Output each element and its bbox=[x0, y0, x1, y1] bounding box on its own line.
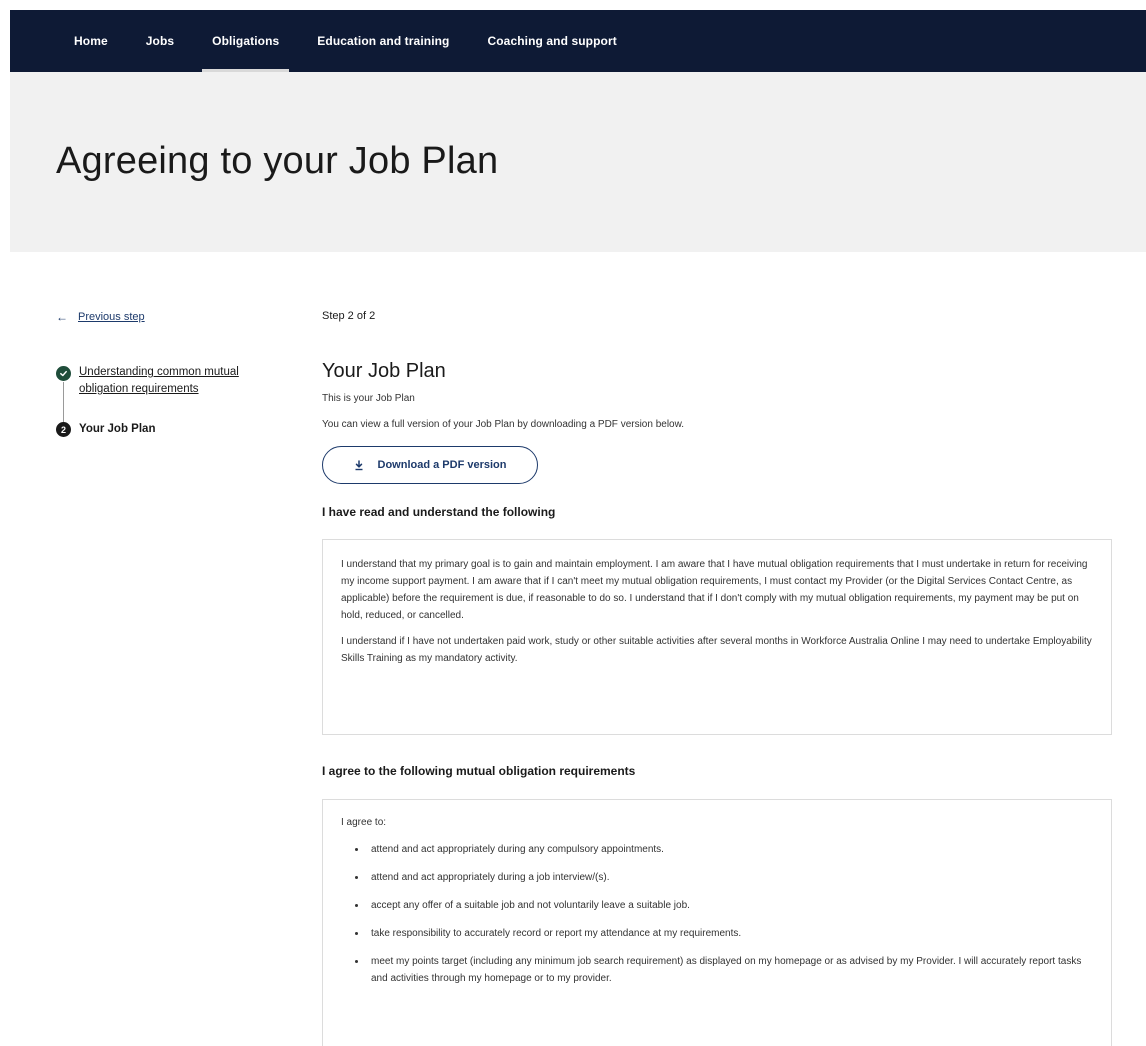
step-count: Step 2 of 2 bbox=[322, 310, 376, 322]
intro-text: This is your Job Plan bbox=[322, 393, 415, 404]
list-item: take responsibility to accurately record… bbox=[367, 925, 1093, 942]
read-paragraph: I understand if I have not undertaken pa… bbox=[341, 636, 1092, 664]
page-title: Agreeing to your Job Plan bbox=[56, 140, 499, 182]
step-item-understanding[interactable]: Understanding common mutual obligation r… bbox=[56, 366, 296, 398]
read-understand-heading: I have read and understand the following bbox=[322, 505, 556, 519]
read-understand-box: I understand that my primary goal is to … bbox=[322, 539, 1112, 735]
step-item-your-job-plan: 2 Your Job Plan bbox=[56, 422, 296, 437]
list-item: attend and act appropriately during any … bbox=[367, 841, 1093, 858]
nav-items: Home Jobs Obligations Education and trai… bbox=[74, 10, 655, 72]
download-pdf-label: Download a PDF version bbox=[377, 459, 507, 471]
nav-item-education-and-training[interactable]: Education and training bbox=[317, 10, 449, 72]
nav-item-coaching-and-support[interactable]: Coaching and support bbox=[487, 10, 616, 72]
hero-banner: Agreeing to your Job Plan bbox=[10, 72, 1146, 252]
step-sidebar: ← Previous step Understanding common mut… bbox=[56, 310, 296, 437]
arrow-left-icon: ← bbox=[56, 310, 68, 324]
previous-step-link[interactable]: ← Previous step bbox=[56, 310, 296, 324]
step-list: Understanding common mutual obligation r… bbox=[56, 366, 296, 437]
step-label-your-job-plan: Your Job Plan bbox=[79, 423, 156, 435]
main-content: Step 2 of 2 Your Job Plan This is your J… bbox=[322, 310, 1112, 1046]
agree-list: attend and act appropriately during any … bbox=[341, 841, 1093, 987]
check-circle-icon bbox=[56, 366, 71, 381]
step-number-badge: 2 bbox=[56, 422, 71, 437]
agree-lead: I agree to: bbox=[341, 817, 387, 828]
section-title: Your Job Plan bbox=[322, 360, 446, 382]
list-item: accept any offer of a suitable job and n… bbox=[367, 897, 1093, 914]
previous-step-label: Previous step bbox=[78, 311, 145, 323]
nav-item-jobs[interactable]: Jobs bbox=[146, 10, 174, 72]
page: Home Jobs Obligations Education and trai… bbox=[0, 0, 1146, 1046]
step-label-understanding[interactable]: Understanding common mutual obligation r… bbox=[79, 364, 279, 398]
intro-text-download: You can view a full version of your Job … bbox=[322, 419, 685, 430]
download-icon bbox=[354, 459, 364, 471]
agree-requirements-box: I agree to: attend and act appropriately… bbox=[322, 799, 1112, 1046]
download-pdf-button[interactable]: Download a PDF version bbox=[322, 446, 538, 484]
nav-item-home[interactable]: Home bbox=[74, 10, 108, 72]
agree-requirements-heading: I agree to the following mutual obligati… bbox=[322, 764, 636, 778]
list-item: meet my points target (including any min… bbox=[367, 953, 1093, 987]
read-paragraph: I understand that my primary goal is to … bbox=[341, 559, 1088, 621]
nav-item-obligations[interactable]: Obligations bbox=[202, 10, 290, 72]
list-item: attend and act appropriately during a jo… bbox=[367, 869, 1093, 886]
top-navigation: Home Jobs Obligations Education and trai… bbox=[10, 10, 1146, 72]
